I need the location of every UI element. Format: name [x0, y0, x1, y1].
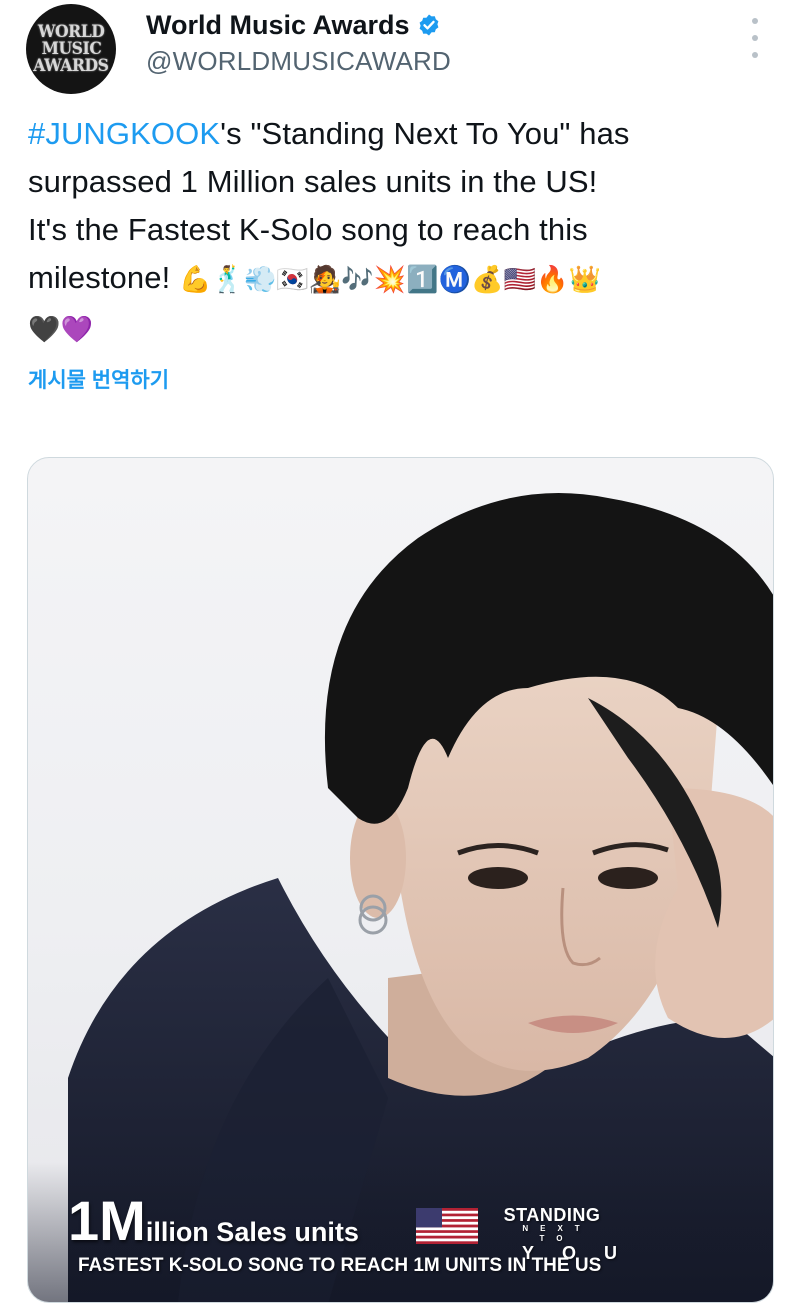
tweet-line: surpassed 1 Million sales units in the U… [28, 164, 598, 199]
hashtag-link[interactable]: #JUNGKOOK [28, 116, 220, 151]
standing-next-to-you-logo: STANDING NEXT TO YOU [496, 1205, 617, 1262]
caption-text: illion Sales units [145, 1217, 359, 1247]
tweet-line: milestone! [28, 260, 171, 295]
caption-main: 1 M illion Sales units [68, 1193, 359, 1249]
tweet-line: It's the Fastest K-Solo song to reach th… [28, 212, 588, 247]
tweet-line: 's "Standing Next To You" has [220, 116, 630, 151]
emoji-hearts: 🖤💜 [28, 315, 93, 345]
us-flag-icon [416, 1208, 478, 1244]
caption-number: 1 [68, 1189, 100, 1252]
tweet-media-image[interactable]: 1 M illion Sales units STANDING NEXT TO … [27, 457, 774, 1303]
more-options-icon[interactable] [745, 18, 765, 58]
caption-m: M [99, 1189, 146, 1252]
name-row: World Music Awards [146, 8, 451, 42]
account-handle[interactable]: @WORLDMUSICAWARD [146, 46, 451, 77]
more-dot [752, 35, 758, 41]
tweet-header: World Music Awards @WORLDMUSICAWARD [146, 8, 451, 77]
avatar-logo-text: AWARDS [33, 55, 109, 76]
display-name[interactable]: World Music Awards [146, 10, 410, 41]
logo-line: STANDING [503, 1205, 601, 1225]
logo-line: NEXT TO [522, 1224, 592, 1243]
more-dot [752, 52, 758, 58]
verified-badge-icon [419, 14, 438, 36]
caption-subtitle: FASTEST K-SOLO SONG TO REACH 1M UNITS IN… [78, 1255, 602, 1276]
translate-post-link[interactable]: 게시물 번역하기 [28, 364, 169, 394]
more-dot [752, 18, 758, 24]
tweet-text: #JUNGKOOK's "Standing Next To You" has s… [28, 110, 778, 354]
account-avatar[interactable]: WORLD MUSIC AWARDS [26, 4, 116, 94]
emoji-sequence: 💪🕺💨🇰🇷🧑‍🎤🎶💥1️⃣Ⓜ️💰🇺🇸🔥👑 [179, 265, 602, 295]
